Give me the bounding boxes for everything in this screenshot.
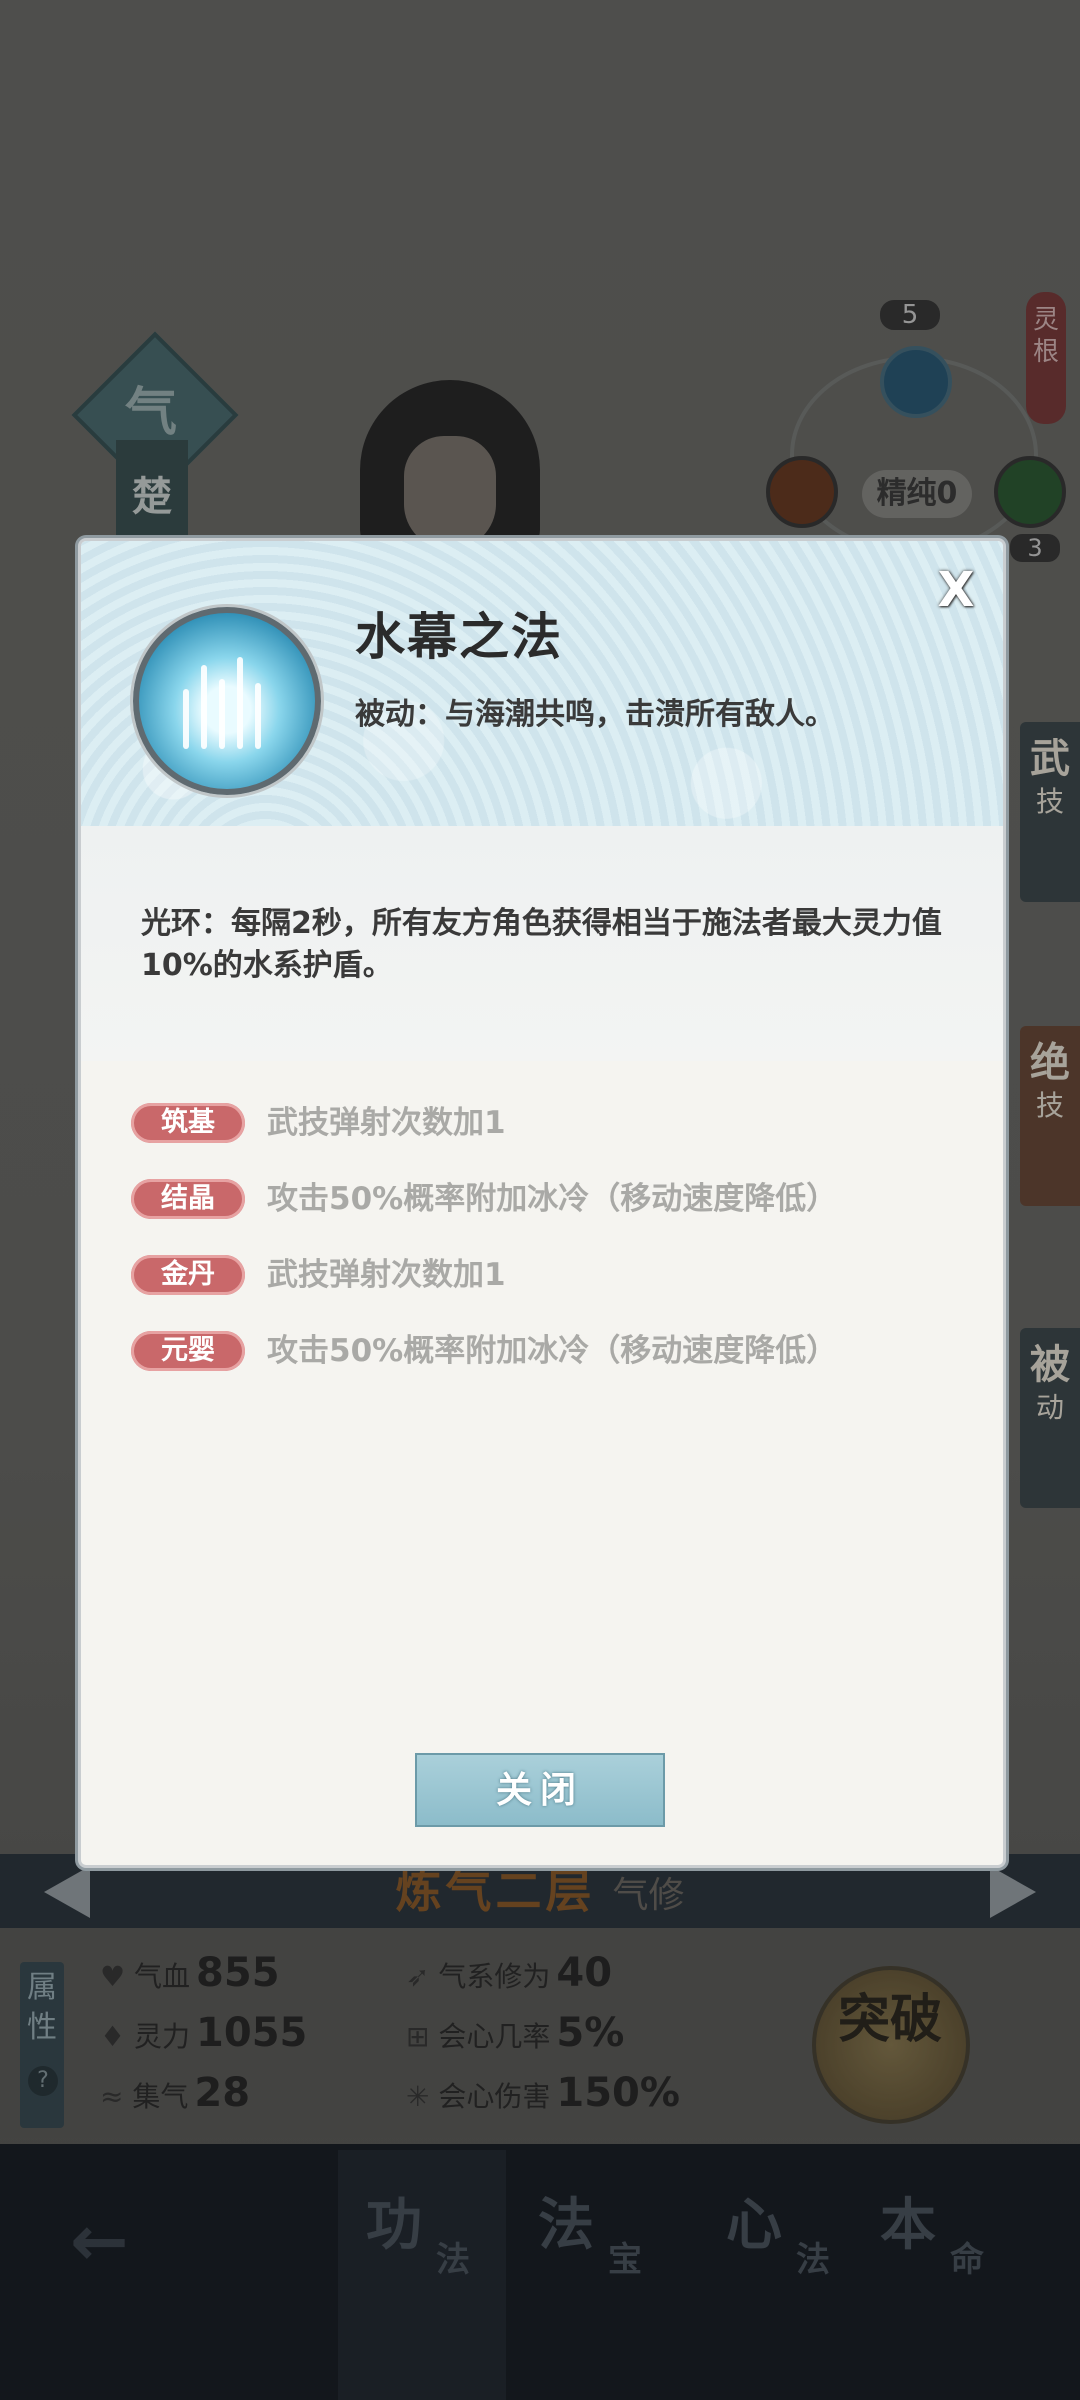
aura-desc: 光环：每隔2秒，所有友方角色获得相当于施法者最大灵力值10%的水系护盾。 xyxy=(141,906,942,983)
stage-desc: 攻击50%概率附加冰冷（移动速度降低） xyxy=(267,1181,838,1217)
stage-desc: 武技弹射次数加1 xyxy=(267,1257,506,1293)
skill-passive-desc: 被动：与海潮共鸣，击溃所有敌人。 xyxy=(355,697,835,732)
ice-spike xyxy=(219,679,225,749)
ice-spike xyxy=(183,689,189,749)
skill-detail-dialog: 水幕之法 被动：与海潮共鸣，击溃所有敌人。 X 光环：每隔2秒，所有友方角色获得… xyxy=(78,538,1006,1868)
close-button[interactable]: 关闭 xyxy=(415,1753,665,1827)
skill-title: 水幕之法 xyxy=(355,607,563,666)
stage-badge: 元婴 xyxy=(131,1331,245,1371)
stage-badge: 结晶 xyxy=(131,1179,245,1219)
stage-desc: 武技弹射次数加1 xyxy=(267,1105,506,1141)
close-x-icon[interactable]: X xyxy=(931,565,981,615)
ice-spike xyxy=(201,665,207,749)
water-curtain-skill-icon xyxy=(133,607,321,795)
stage-badge: 筑基 xyxy=(131,1103,245,1143)
ice-spike xyxy=(255,683,261,749)
stage-badge: 金丹 xyxy=(131,1255,245,1295)
stage-desc: 攻击50%概率附加冰冷（移动速度降低） xyxy=(267,1333,838,1369)
ice-spike xyxy=(237,657,243,749)
